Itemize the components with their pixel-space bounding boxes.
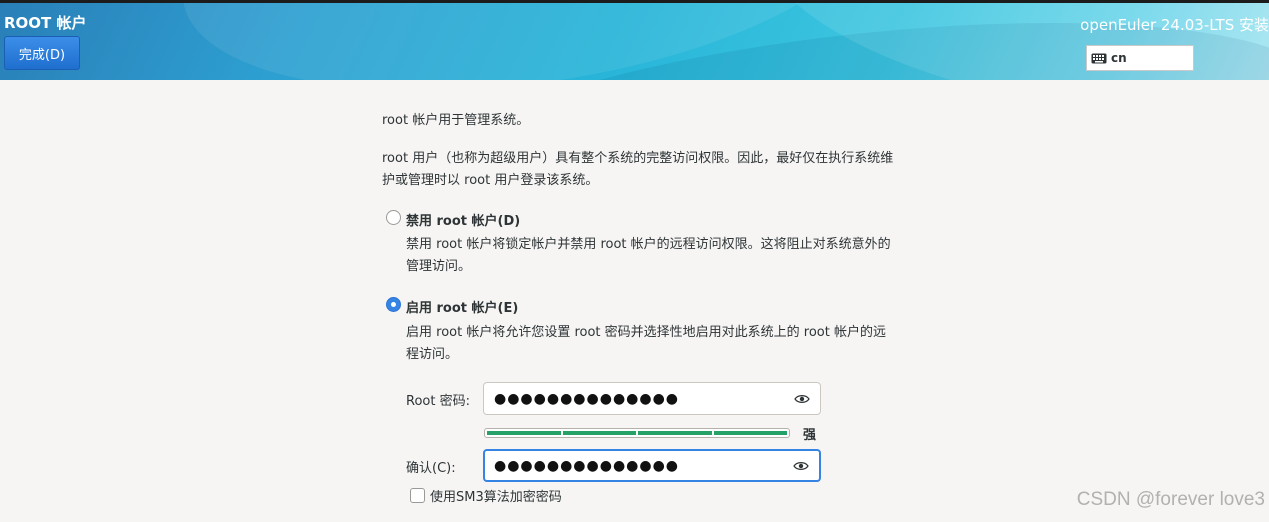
enable-root-desc-line-2: 程访问。: [406, 347, 459, 362]
password-strength-bar: [484, 428, 790, 438]
confirm-password-field[interactable]: ●●●●●●●●●●●●●●: [483, 449, 821, 482]
root-password-field[interactable]: ●●●●●●●●●●●●●●: [483, 382, 821, 415]
disable-root-desc-line-1: 禁用 root 帐户将锁定帐户并禁用 root 帐户的远程访问权限。这将阻止对系…: [406, 237, 891, 252]
strength-segment: [713, 431, 787, 435]
header-bar: ROOT 帐户 完成(D) openEuler 24.03-LTS 安装 cn: [0, 3, 1269, 80]
strength-segment: [487, 431, 561, 435]
confirm-password-label: 确认(C):: [406, 461, 456, 476]
intro-text: root 帐户用于管理系统。: [382, 113, 530, 128]
password-strength-text: 强: [803, 428, 817, 443]
keyboard-layout-indicator[interactable]: cn: [1086, 45, 1194, 71]
disable-root-label[interactable]: 禁用 root 帐户(D): [406, 210, 520, 229]
sm3-encryption-checkbox[interactable]: [410, 488, 425, 503]
strength-segment: [562, 431, 636, 435]
enable-root-label[interactable]: 启用 root 帐户(E): [406, 297, 518, 316]
keyboard-layout-label: cn: [1111, 51, 1127, 65]
keyboard-icon: [1091, 53, 1107, 63]
eye-icon[interactable]: [793, 461, 809, 471]
done-button[interactable]: 完成(D): [4, 36, 80, 70]
disable-root-radio[interactable]: [386, 210, 401, 225]
disable-root-desc-line-2: 管理访问。: [406, 259, 472, 274]
watermark: CSDN @forever love3: [1076, 489, 1265, 510]
root-password-label: Root 密码:: [406, 394, 470, 409]
eye-icon[interactable]: [794, 394, 810, 404]
product-name: openEuler 24.03-LTS 安装: [1080, 16, 1269, 34]
enable-root-radio[interactable]: [386, 297, 401, 312]
sm3-encryption-label[interactable]: 使用SM3算法加密密码: [430, 486, 562, 505]
enable-root-desc-line-1: 启用 root 帐户将允许您设置 root 密码并选择性地启用对此系统上的 ro…: [406, 325, 886, 340]
description-line-2: 护或管理时以 root 用户登录该系统。: [382, 173, 599, 188]
root-password-value: ●●●●●●●●●●●●●●: [494, 390, 680, 407]
page-title: ROOT 帐户: [4, 14, 87, 32]
confirm-password-value: ●●●●●●●●●●●●●●: [494, 457, 680, 474]
description-line-1: root 用户（也称为超级用户）具有整个系统的完整访问权限。因此，最好仅在执行系…: [382, 151, 894, 166]
strength-segment: [638, 431, 712, 435]
